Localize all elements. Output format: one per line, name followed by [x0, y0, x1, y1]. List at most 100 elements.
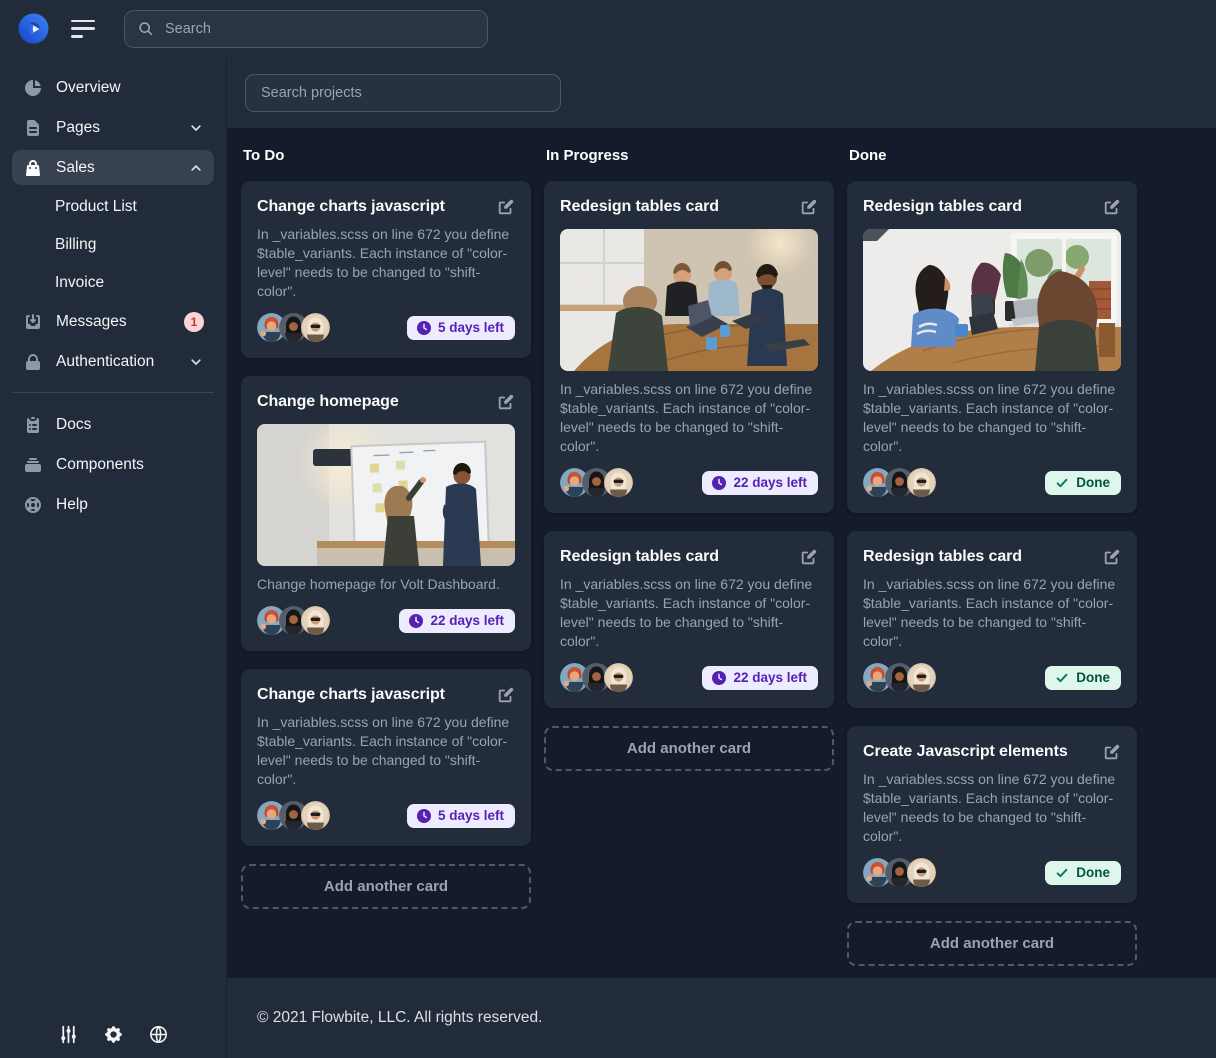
sidebar-item-label: Overview — [56, 79, 204, 97]
sidebar-item-label: Components — [56, 456, 204, 474]
sidebar-item-docs[interactable]: Docs — [12, 407, 214, 442]
sidebar-item-messages[interactable]: Messages1 — [12, 304, 214, 339]
due-date-badge: 22 days left — [399, 609, 515, 633]
card-description: In _variables.scss on line 672 you defin… — [863, 380, 1121, 456]
sidebar-item-label: Authentication — [56, 353, 188, 371]
card-description: In _variables.scss on line 672 you defin… — [560, 575, 818, 651]
kanban-card[interactable]: Change homepage Change homepage for Volt… — [241, 376, 531, 651]
column-title: To Do — [243, 147, 529, 164]
edit-card-button[interactable] — [497, 198, 515, 216]
kanban-column-in-progress: In Progress Redesign tables card In _vari… — [544, 147, 834, 771]
unread-count-badge: 1 — [184, 312, 204, 332]
kanban-card[interactable]: Redesign tables cardIn _variables.scss o… — [847, 531, 1137, 708]
card-footer: 22 days left — [257, 606, 515, 635]
edit-card-button[interactable] — [1103, 548, 1121, 566]
kanban-card[interactable]: Redesign tables card In _variables.scss … — [544, 181, 834, 513]
badge-label: Done — [1076, 865, 1110, 881]
badge-label: 22 days left — [733, 475, 807, 491]
projects-search — [245, 74, 561, 112]
badge-label: Done — [1076, 475, 1110, 491]
avatar-blonde-sunglasses[interactable] — [907, 663, 936, 692]
kanban-board: To Do Change charts javascript In _variabl… — [227, 128, 1216, 978]
avatar-blonde-sunglasses[interactable] — [301, 313, 330, 342]
avatar-blonde-sunglasses[interactable] — [604, 663, 633, 692]
global-search-input[interactable] — [163, 20, 475, 38]
add-another-card-button[interactable]: Add another card — [544, 726, 834, 771]
sidebar-item-overview[interactable]: Overview — [12, 70, 214, 105]
avatar-blonde-sunglasses[interactable] — [604, 468, 633, 497]
add-another-card-button[interactable]: Add another card — [847, 921, 1137, 966]
assignee-avatars — [257, 313, 330, 342]
edit-card-button[interactable] — [800, 548, 818, 566]
card-description: Change homepage for Volt Dashboard. — [257, 575, 515, 594]
card-image-meeting — [560, 229, 818, 371]
sidebar: Overview Pages Sales Product List Billing Inv… — [0, 57, 227, 1058]
sidebar-item-label: Docs — [56, 416, 204, 434]
sidebar-item-authentication[interactable]: Authentication — [12, 344, 214, 379]
inbox-in-icon — [22, 311, 43, 332]
card-footer: 5 days left — [257, 801, 515, 830]
add-another-card-button[interactable]: Add another card — [241, 864, 531, 909]
badge-label: 5 days left — [438, 808, 504, 824]
sidebar-item-components[interactable]: Components — [12, 447, 214, 482]
avatar-blonde-sunglasses[interactable] — [907, 858, 936, 887]
edit-card-button[interactable] — [800, 198, 818, 216]
card-footer: 22 days left — [560, 468, 818, 497]
edit-card-button[interactable] — [497, 686, 515, 704]
due-date-badge: 5 days left — [407, 316, 515, 340]
kanban-card[interactable]: Redesign tables card In _variables.scss o… — [544, 531, 834, 708]
top-navbar — [0, 0, 1216, 57]
card-description: In _variables.scss on line 672 you defin… — [257, 225, 515, 301]
shopping-bag-icon — [22, 157, 43, 178]
edit-card-button[interactable] — [1103, 198, 1121, 216]
sidebar-item-pages[interactable]: Pages — [12, 110, 214, 145]
column-title: In Progress — [546, 147, 832, 164]
card-description: In _variables.scss on line 672 you defin… — [257, 713, 515, 789]
projects-search-input[interactable] — [259, 84, 547, 102]
card-description: In _variables.scss on line 672 you defin… — [863, 770, 1121, 846]
kanban-card[interactable]: Change charts javascriptIn _variables.sc… — [241, 181, 531, 358]
done-badge: Done — [1045, 666, 1121, 690]
assignee-avatars — [560, 663, 633, 692]
kanban-app: Overview Pages Sales Product List Billing Inv… — [0, 0, 1216, 1058]
search-icon — [137, 20, 154, 37]
badge-label: 22 days left — [430, 613, 504, 629]
card-description: In _variables.scss on line 672 you defin… — [863, 575, 1121, 651]
kanban-card[interactable]: Redesign tables card In _variables.scss … — [847, 181, 1137, 513]
card-image-two-women — [863, 229, 1121, 371]
edit-card-button[interactable] — [1103, 743, 1121, 761]
chart-pie-icon — [22, 77, 43, 98]
check-icon — [1055, 671, 1069, 685]
card-header: Redesign tables card — [863, 197, 1121, 216]
menu-toggle-button[interactable] — [71, 19, 97, 39]
card-footer: Done — [863, 858, 1121, 887]
avatar-blonde-sunglasses[interactable] — [301, 606, 330, 635]
edit-card-button[interactable] — [497, 393, 515, 411]
sidebar-item-sales[interactable]: Sales — [12, 150, 214, 185]
sidebar-nav: Overview Pages Sales Product List Billing Inv… — [12, 70, 214, 522]
sidebar-subitem-billing[interactable]: Billing — [12, 228, 214, 262]
lifebuoy-icon — [22, 494, 43, 515]
sidebar-item-label: Messages — [56, 313, 184, 331]
adjustments-icon[interactable] — [58, 1024, 79, 1045]
card-title: Redesign tables card — [863, 197, 1022, 216]
avatar-blonde-sunglasses[interactable] — [301, 801, 330, 830]
sidebar-subitem-invoice[interactable]: Invoice — [12, 266, 214, 300]
avatar-blonde-sunglasses[interactable] — [907, 468, 936, 497]
sidebar-subitem-product-list[interactable]: Product List — [12, 190, 214, 224]
kanban-card[interactable]: Change charts javascript In _variables.sc… — [241, 669, 531, 846]
kanban-card[interactable]: Create Javascript elementsIn _variables.… — [847, 726, 1137, 903]
gear-icon[interactable] — [103, 1024, 124, 1045]
sidebar-item-help[interactable]: Help — [12, 487, 214, 522]
collection-icon — [22, 454, 43, 475]
card-header: Change charts javascript — [257, 685, 515, 704]
globe-icon[interactable] — [148, 1024, 169, 1045]
badge-label: 22 days left — [733, 670, 807, 686]
card-title: Redesign tables card — [560, 547, 719, 566]
sidebar-item-label: Pages — [56, 119, 188, 137]
app-logo-icon[interactable] — [18, 13, 49, 44]
sidebar-bottom-toolbar — [58, 1024, 169, 1045]
card-title: Change homepage — [257, 392, 399, 411]
sidebar-divider — [12, 392, 214, 393]
card-title: Change charts javascript — [257, 685, 445, 704]
